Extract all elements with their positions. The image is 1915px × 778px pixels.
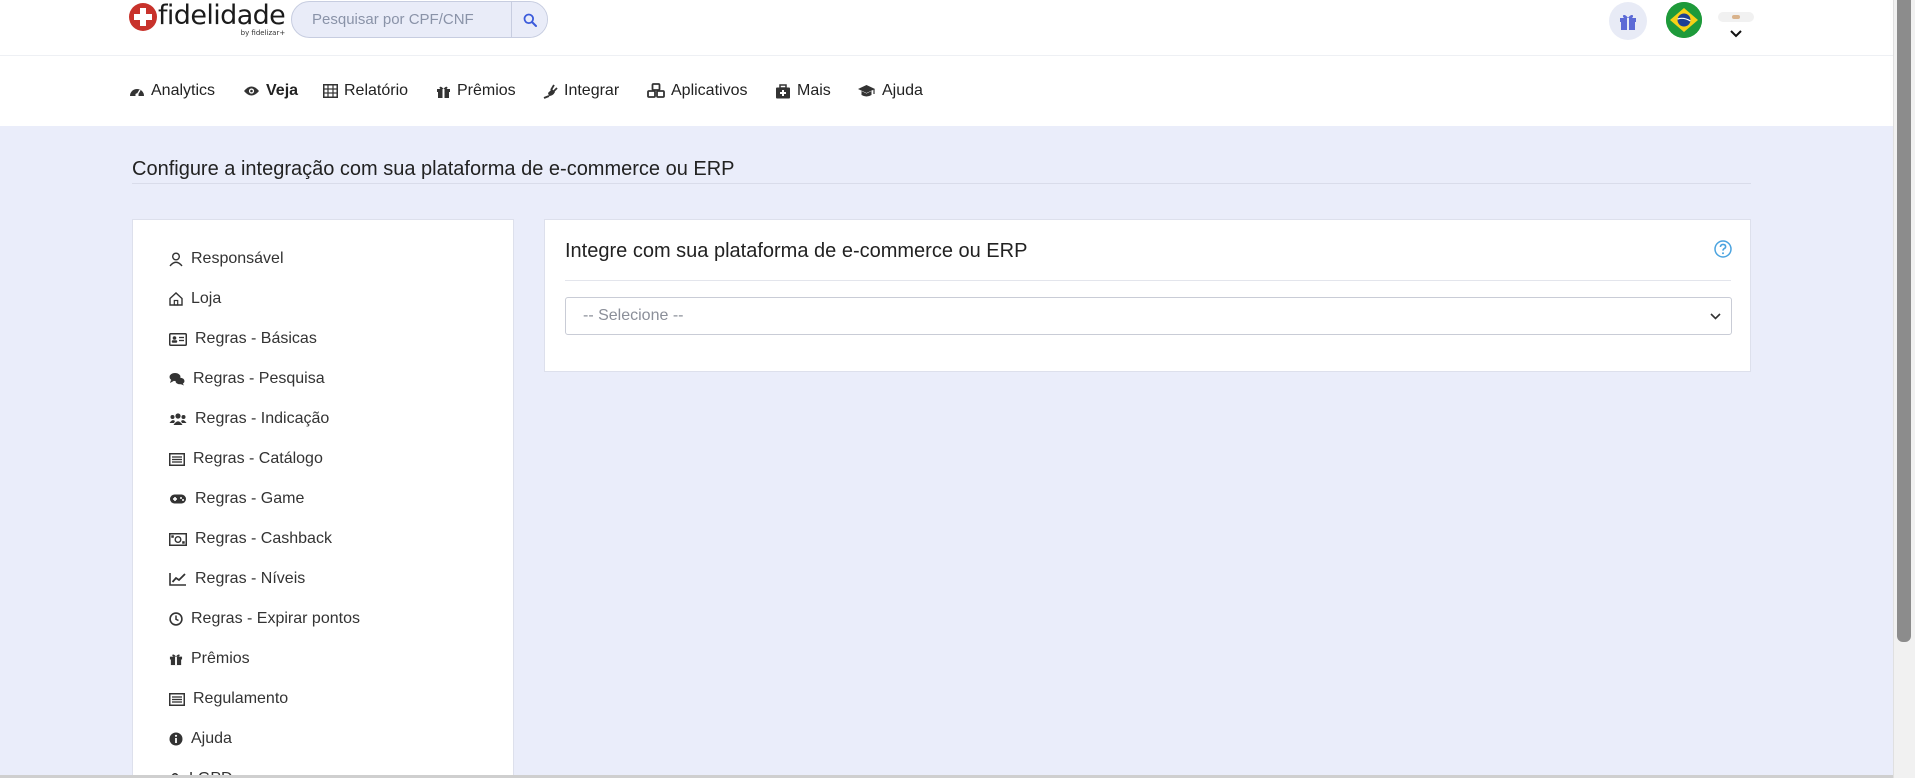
platform-select[interactable]: -- Selecione -- <box>565 297 1732 335</box>
sidebar-item-regras-basicas[interactable]: Regras - Básicas <box>169 330 317 348</box>
sidebar-item-label: Regras - Níveis <box>195 570 306 587</box>
avatar <box>1718 12 1754 22</box>
language-flag-button[interactable] <box>1666 2 1702 38</box>
table-icon <box>323 84 338 98</box>
nav-ajuda[interactable]: Ajuda <box>857 81 923 101</box>
sidebar-item-label: Regras - Indicação <box>195 410 330 427</box>
home-icon <box>169 292 183 306</box>
sidebar-item-premios[interactable]: Prêmios <box>169 650 250 668</box>
sidebar-item-label: Loja <box>191 290 222 307</box>
money-bill-icon <box>169 532 187 546</box>
dashboard-icon <box>130 89 144 97</box>
search-button[interactable] <box>511 2 547 37</box>
nav-aplicativos[interactable]: Aplicativos <box>647 81 747 101</box>
sidebar-item-label: Regras - Expirar pontos <box>191 610 360 627</box>
sidebar-item-label: Ajuda <box>191 730 232 747</box>
search-icon <box>523 13 537 27</box>
nav-label: Mais <box>797 82 831 99</box>
nav-label: Prêmios <box>457 82 516 99</box>
chevron-down-icon <box>1710 312 1721 320</box>
sidebar-item-regras-pesquisa[interactable]: Regras - Pesquisa <box>169 370 325 388</box>
sidebar-item-regras-niveis[interactable]: Regras - Níveis <box>169 570 305 588</box>
medkit-icon <box>776 83 790 98</box>
graduation-cap-icon <box>858 85 875 97</box>
sidebar-item-label: Responsável <box>191 250 284 267</box>
list-icon <box>169 692 185 706</box>
sidebar-item-responsavel[interactable]: Responsável <box>169 250 284 268</box>
user-menu[interactable] <box>1718 12 1754 52</box>
comments-icon <box>169 373 185 386</box>
nav-label: Relatório <box>344 82 409 99</box>
brazil-flag-icon <box>1666 2 1702 38</box>
gift-icon <box>169 654 183 666</box>
sidebar-item-regras-expirar-pontos[interactable]: Regras - Expirar pontos <box>169 610 360 628</box>
gift-icon <box>437 86 450 98</box>
nav-integrar[interactable]: Integrar <box>542 81 619 101</box>
sidebar-item-regras-cashback[interactable]: Regras - Cashback <box>169 530 332 548</box>
nav-label: Analytics <box>151 82 216 99</box>
gamepad-icon <box>170 494 186 504</box>
cubes-icon <box>647 83 665 98</box>
users-icon <box>169 413 187 425</box>
top-bar: fidelidade by fidelizar+ <box>0 0 1893 56</box>
sidebar-item-label: Regras - Game <box>195 490 305 507</box>
sidebar-item-regulamento[interactable]: Regulamento <box>169 690 288 708</box>
brand-name: fidelidade <box>158 0 286 31</box>
nav-analytics[interactable]: Analytics <box>129 81 215 101</box>
nav-label: Ajuda <box>882 82 923 99</box>
nav-veja[interactable]: Veja <box>243 81 298 101</box>
sidebar-item-label: Prêmios <box>191 650 250 667</box>
settings-sidebar: Responsável Loja Regras - Básicas Regras… <box>132 219 514 778</box>
clock-icon <box>169 612 183 626</box>
logo-cross-icon <box>129 3 157 31</box>
nav-relatorio[interactable]: Relatório <box>323 81 408 101</box>
page-title: Configure a integração com sua plataform… <box>132 158 735 180</box>
sidebar-item-label: Regras - Básicas <box>195 330 317 347</box>
brand-subtitle: by fidelizar+ <box>240 29 286 37</box>
nav-label: Aplicativos <box>671 82 748 99</box>
sidebar-item-regras-catalogo[interactable]: Regras - Catálogo <box>169 450 323 468</box>
sidebar-item-loja[interactable]: Loja <box>169 290 221 308</box>
sidebar-item-label: Regras - Pesquisa <box>193 370 325 387</box>
nav-mais[interactable]: Mais <box>775 81 831 101</box>
sidebar-item-label: Regras - Catálogo <box>193 450 323 467</box>
line-chart-icon <box>169 573 186 586</box>
scrollbar-thumb[interactable] <box>1897 0 1911 642</box>
nav-label: Veja <box>266 82 299 99</box>
integration-card: Integre com sua plataforma de e-commerce… <box>544 219 1751 372</box>
brand-logo[interactable]: fidelidade by fidelizar+ <box>129 0 286 40</box>
main-nav: Analytics Veja Relatório Prêmios Integra… <box>0 56 1893 126</box>
sidebar-item-regras-indicacao[interactable]: Regras - Indicação <box>169 410 329 428</box>
plug-icon <box>543 84 558 99</box>
nav-label: Integrar <box>564 82 620 99</box>
card-title: Integre com sua plataforma de e-commerce… <box>565 240 1028 262</box>
search-input[interactable] <box>292 2 511 37</box>
list-icon <box>169 452 185 466</box>
gift-icon <box>1620 14 1636 30</box>
sidebar-item-regras-game[interactable]: Regras - Game <box>169 490 304 508</box>
eye-icon <box>244 86 259 96</box>
id-card-icon <box>169 332 187 346</box>
sidebar-item-label: Regras - Cashback <box>195 530 332 547</box>
nav-premios[interactable]: Prêmios <box>436 81 516 101</box>
select-value: -- Selecione -- <box>583 307 684 324</box>
search-bar <box>291 1 548 38</box>
divider <box>132 183 1751 184</box>
gift-button[interactable] <box>1609 2 1647 40</box>
sidebar-item-label: Regulamento <box>193 690 289 707</box>
info-circle-icon <box>169 732 183 746</box>
question-circle-icon[interactable] <box>1714 240 1732 258</box>
divider <box>565 280 1731 281</box>
sidebar-item-ajuda[interactable]: Ajuda <box>169 730 232 748</box>
user-icon <box>169 252 183 266</box>
chevron-down-icon <box>1730 30 1742 38</box>
